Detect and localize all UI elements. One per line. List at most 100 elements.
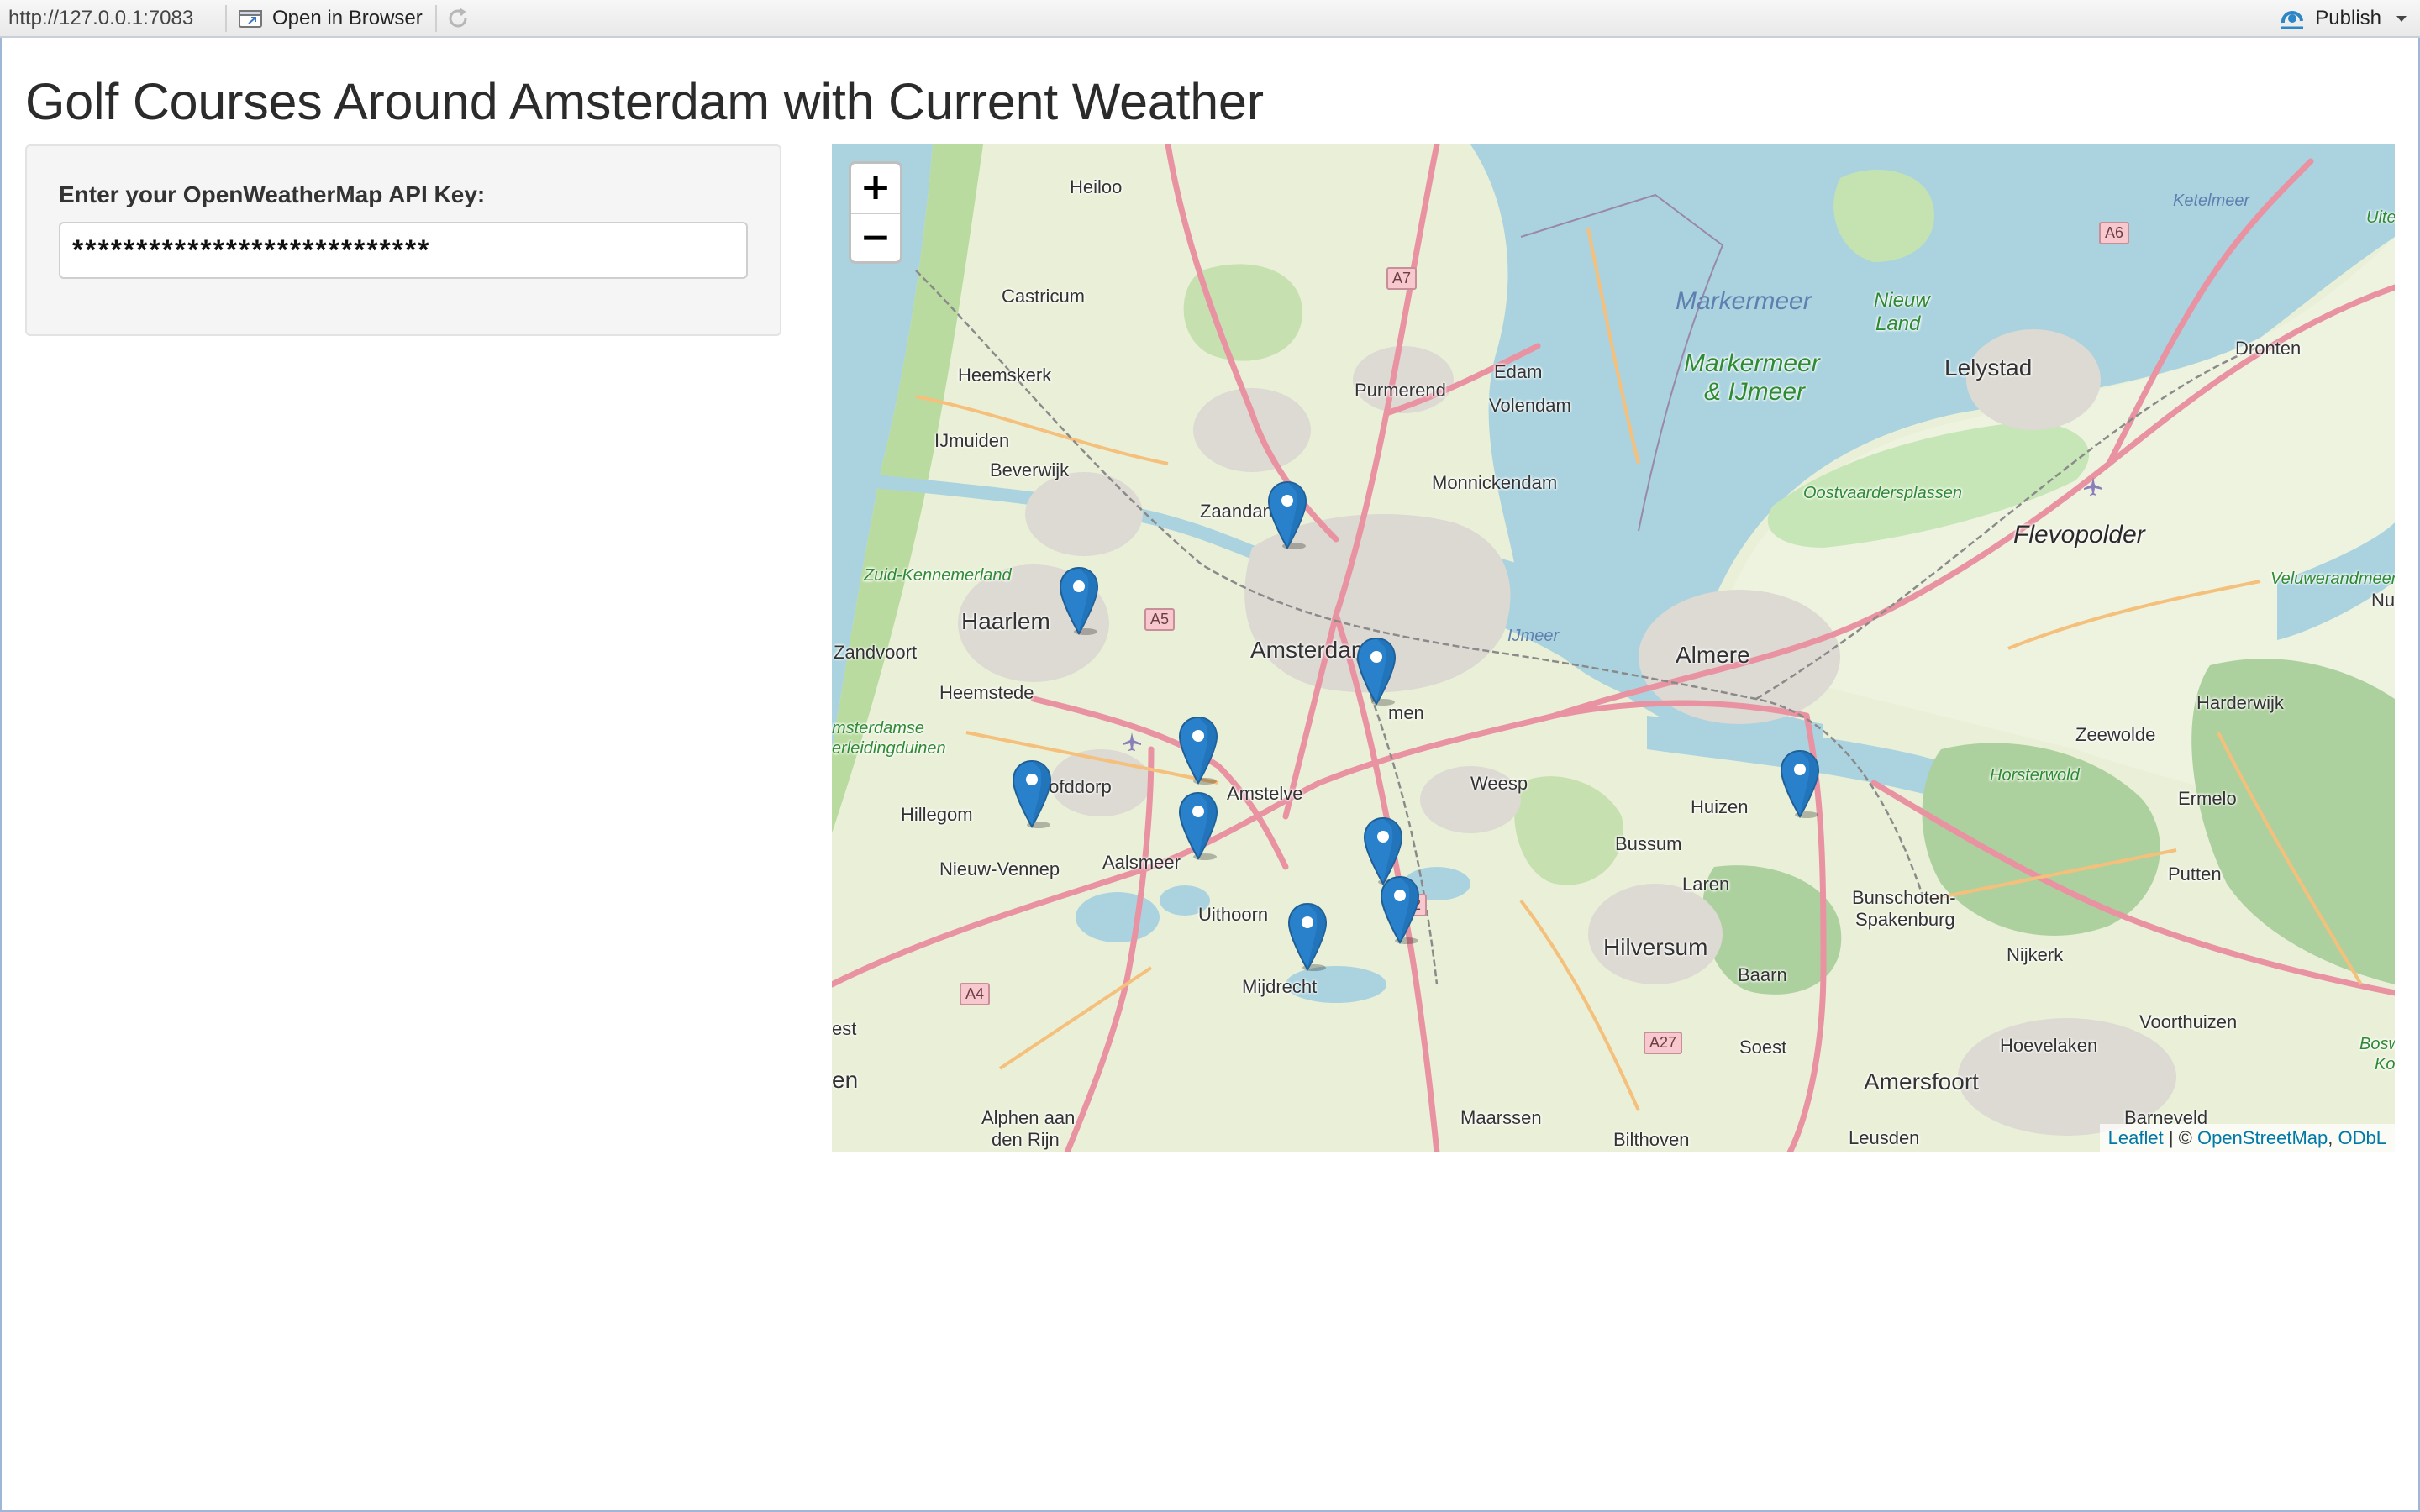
map-label-alphen: Alphen aan — [981, 1107, 1076, 1128]
map-label-amsterdamse: msterdamse — [832, 719, 925, 738]
map-label-edam: Edam — [1494, 361, 1543, 382]
attribution-separator: | © — [2163, 1127, 2197, 1148]
golf-course-marker[interactable] — [1266, 480, 1308, 549]
open-in-browser-label: Open in Browser — [272, 7, 423, 29]
golf-course-marker[interactable] — [1177, 791, 1219, 860]
open-in-browser-button[interactable]: Open in Browser — [239, 4, 423, 33]
api-key-label: Enter your OpenWeatherMap API Key: — [59, 181, 486, 207]
publish-label: Publish — [2315, 7, 2381, 29]
map-label-bosw: Bosw — [2360, 1035, 2395, 1053]
road-shield-a5: A5 — [1144, 608, 1176, 631]
map-label-hilversum: Hilversum — [1603, 934, 1708, 960]
map-label-bussum: Bussum — [1615, 833, 1682, 854]
publish-icon — [2281, 10, 2304, 29]
openstreetmap-link[interactable]: OpenStreetMap — [2197, 1127, 2328, 1148]
map-label-zandvoort: Zandvoort — [834, 642, 918, 663]
map-label-heiloo: Heiloo — [1070, 176, 1123, 197]
toolbar-divider — [225, 5, 227, 32]
map-label-spakenburg: Spakenburg — [1855, 909, 1955, 930]
map-label-beverwijk: Beverwijk — [990, 459, 1070, 480]
page-title: Golf Courses Around Amsterdam with Curre… — [25, 73, 1264, 130]
map-label-nun: Nun — [2371, 590, 2395, 611]
viewer-toolbar: http://127.0.0.1:7083 Open in Browser Pu… — [0, 0, 2420, 38]
map-label-waterleidingduinen: erleidingduinen — [832, 739, 946, 758]
url-text: http://127.0.0.1:7083 — [8, 7, 194, 29]
map-label-markermeer-ijmeer-2: & IJmeer — [1704, 378, 1806, 406]
map-label-soest: Soest — [1739, 1037, 1787, 1058]
golf-course-marker[interactable] — [1286, 902, 1328, 971]
map-label-purmerend: Purmerend — [1355, 380, 1446, 401]
map-pin-icon — [1780, 749, 1820, 818]
map-label-bilthoven: Bilthoven — [1613, 1129, 1690, 1150]
sidebar-panel: Enter your OpenWeatherMap API Key: *****… — [25, 144, 781, 336]
map-label-zeewolde: Zeewolde — [2075, 724, 2156, 745]
map-attribution: Leaflet | © OpenStreetMap, ODbL — [2099, 1124, 2395, 1152]
map-label-nieuw-land-2: Land — [1876, 312, 1921, 335]
toolbar-divider — [435, 5, 437, 32]
map-pin-icon — [1059, 566, 1099, 635]
road-shield-a27: A27 — [1644, 1032, 1683, 1054]
map-label-nieuw-vennep: Nieuw-Vennep — [939, 858, 1060, 879]
map-label-ermelo: Ermelo — [2178, 788, 2237, 809]
map-label-putten: Putten — [2168, 864, 2222, 885]
map-label-maarssen: Maarssen — [1460, 1107, 1542, 1128]
map-label-hoevelaken: Hoevelaken — [2000, 1035, 2098, 1056]
golf-course-marker[interactable] — [1011, 759, 1053, 828]
zoom-control: + − — [849, 161, 902, 264]
map-label-castricum: Castricum — [1002, 286, 1086, 307]
airport-icon — [2084, 477, 2102, 496]
map-label-ijmeer: IJmeer — [1507, 627, 1560, 645]
map-label-ijmuiden: IJmuiden — [934, 430, 1010, 451]
map-label-baarn: Baarn — [1738, 964, 1787, 985]
publish-button[interactable]: Publish — [2278, 4, 2407, 33]
map-label-mijdrecht: Mijdrecht — [1242, 976, 1318, 997]
map-label-dronten: Dronten — [2235, 338, 2302, 359]
map-label-haarlem: Haarlem — [961, 608, 1050, 634]
golf-course-marker[interactable] — [1355, 637, 1397, 706]
map-label-nieuw-land: Nieuw — [1874, 289, 1930, 312]
map-label-voorthuizen: Voorthuizen — [2139, 1011, 2238, 1032]
leaflet-link[interactable]: Leaflet — [2108, 1127, 2164, 1148]
map-label-heemskerk: Heemskerk — [958, 365, 1052, 386]
map-pin-icon — [1178, 791, 1218, 860]
map-label-uite: Uite — [2366, 208, 2395, 227]
map-label-est: est — [832, 1018, 857, 1039]
map-label-aalsmeer: Aalsmeer — [1102, 852, 1181, 873]
airport-icon — [1123, 732, 1141, 751]
open-browser-icon — [239, 10, 262, 28]
map-label-monnickendam: Monnickendam — [1432, 472, 1558, 493]
map-label-alphen-2: den Rijn — [992, 1129, 1060, 1150]
golf-course-marker[interactable] — [1379, 875, 1421, 944]
publish-dropdown-icon[interactable] — [2396, 15, 2407, 22]
map-pin-icon — [1287, 902, 1328, 971]
golf-course-marker[interactable] — [1177, 716, 1219, 785]
map-label-amsterdam: Amsterdam — [1250, 637, 1371, 663]
odbl-link[interactable]: ODbL — [2338, 1127, 2386, 1148]
map-label-nijkerk: Nijkerk — [2007, 944, 2064, 965]
refresh-icon[interactable] — [445, 6, 471, 31]
map-pin-icon — [1356, 637, 1397, 706]
zoom-in-button[interactable]: + — [851, 164, 900, 213]
map-label-uithoorn: Uithoorn — [1198, 904, 1269, 925]
map-pin-icon — [1012, 759, 1052, 828]
map-pin-icon — [1178, 716, 1218, 785]
map-label-zuid-kennemerland: Zuid-Kennemerland — [864, 566, 1012, 585]
golf-course-marker[interactable] — [1058, 566, 1100, 635]
api-key-input[interactable]: **************************** — [59, 222, 748, 279]
map-label-almere: Almere — [1676, 642, 1750, 668]
map-label-markermeer: Markermeer — [1676, 287, 1812, 315]
golf-course-marker[interactable] — [1779, 749, 1821, 818]
zoom-out-button[interactable]: − — [851, 213, 900, 261]
leaflet-map[interactable]: Heiloo Castricum Heemskerk Beverwijk IJm… — [832, 144, 2395, 1152]
map-label-bunschoten: Bunschoten- — [1852, 887, 1956, 908]
map-label-veluwerandmeer: Veluwerandmeer — [2270, 570, 2395, 588]
map-label-volendam: Volendam — [1489, 395, 1571, 416]
map-label-amstelveen: Amstelve — [1227, 783, 1303, 804]
map-label-flevopolder: Flevopolder — [2013, 521, 2145, 549]
map-pin-icon — [1380, 875, 1420, 944]
road-shield-a4: A4 — [960, 983, 991, 1005]
map-label-weesp: Weesp — [1470, 773, 1528, 794]
map-label-leusden: Leusden — [1849, 1127, 1920, 1148]
attribution-comma: , — [2328, 1127, 2338, 1148]
map-label-horsterwold: Horsterwold — [1990, 766, 2080, 785]
